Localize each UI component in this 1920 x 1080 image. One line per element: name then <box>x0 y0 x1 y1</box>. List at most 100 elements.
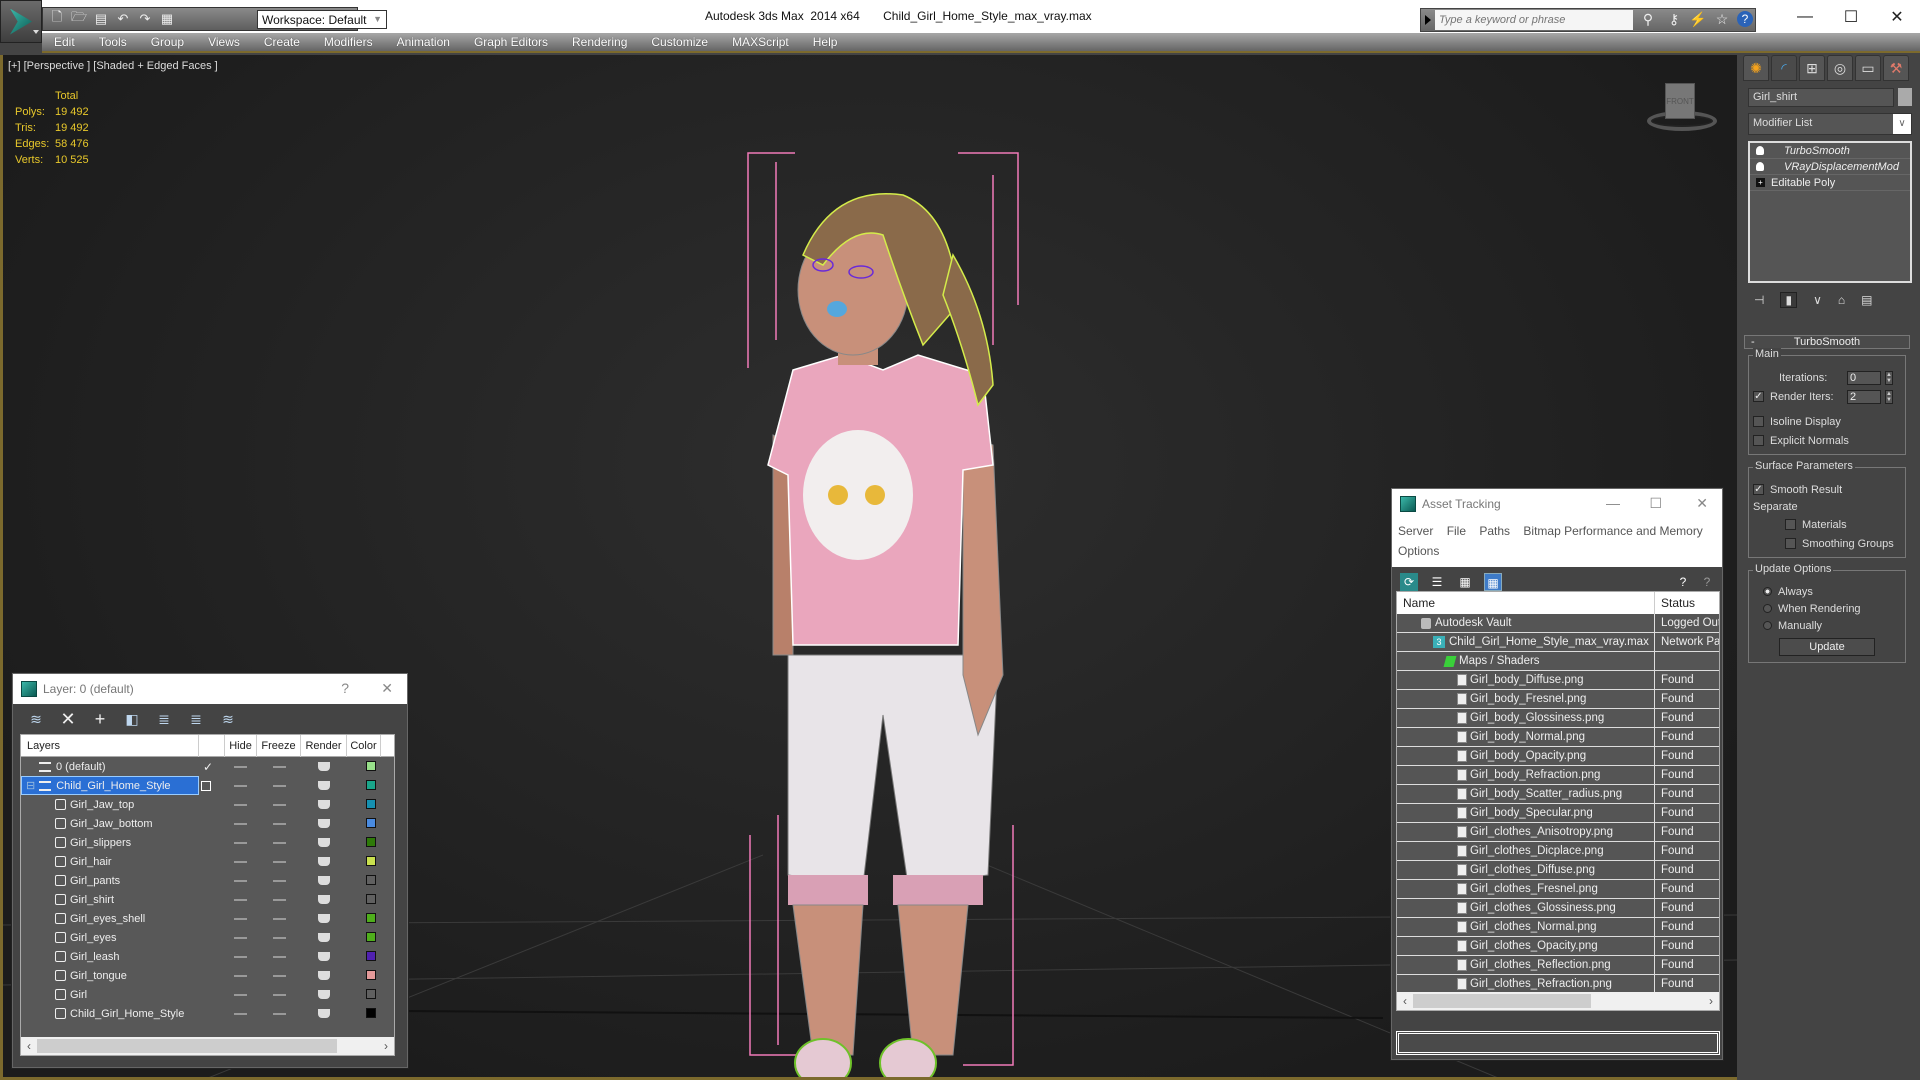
collapse-icon[interactable]: ⊟ <box>26 779 35 792</box>
asset-name-cell[interactable]: Girl_clothes_Fresnel.png <box>1397 879 1655 899</box>
asset-name-cell[interactable]: Girl_clothes_Diffuse.png <box>1397 860 1655 880</box>
layer-name-cell[interactable]: 0 (default) <box>21 757 106 776</box>
menu-server[interactable]: Server <box>1398 524 1433 538</box>
layer-color-swatch[interactable] <box>366 932 376 942</box>
layer-name-cell[interactable]: ⊟ Child_Girl_Home_Style <box>21 776 199 795</box>
layer-dialog-titlebar[interactable]: Layer: 0 (default) ? ✕ <box>13 674 407 704</box>
smoothing-groups-checkbox[interactable] <box>1785 538 1796 549</box>
menu-create[interactable]: Create <box>264 35 300 49</box>
freeze-toggle[interactable] <box>273 823 286 825</box>
render-toggle-icon[interactable] <box>318 895 330 904</box>
save-icon[interactable]: ▤ <box>93 11 109 27</box>
freeze-toggle[interactable] <box>273 785 286 787</box>
stack-item-turbosmooth[interactable]: TurboSmooth <box>1750 143 1910 159</box>
asset-row[interactable]: 3 Child_Girl_Home_Style_max_vray.max Netwo… <box>1397 632 1719 652</box>
isoline-display-checkbox[interactable] <box>1753 416 1764 427</box>
layer-color-swatch[interactable] <box>366 970 376 980</box>
column-status[interactable]: Status <box>1655 596 1695 610</box>
utilities-tab-icon[interactable]: ⚒ <box>1883 55 1909 81</box>
layer-name-cell[interactable]: Girl_Jaw_bottom <box>21 814 153 833</box>
object-name-field[interactable]: Girl_shirt <box>1748 88 1894 107</box>
active-layer-toggle[interactable] <box>201 912 215 926</box>
help-icon[interactable]: ? <box>1698 573 1716 591</box>
asset-row[interactable]: Girl_clothes_Fresnel.png Found <box>1397 879 1719 899</box>
render-toggle-icon[interactable] <box>318 914 330 923</box>
new-file-icon[interactable]: 🗋 <box>49 9 65 27</box>
layer-name-cell[interactable]: Girl_leash <box>21 947 120 966</box>
freeze-toggle[interactable] <box>273 975 286 977</box>
asset-name-cell[interactable]: Girl_body_Fresnel.png <box>1397 689 1655 709</box>
asset-name-cell[interactable]: Girl_clothes_Opacity.png <box>1397 936 1655 956</box>
active-layer-toggle[interactable] <box>201 798 215 812</box>
column-hide[interactable]: Hide <box>225 734 257 757</box>
layer-name-cell[interactable]: Girl <box>21 985 87 1004</box>
close-button[interactable]: ✕ <box>381 680 393 697</box>
layer-row[interactable]: Girl_shirt <box>21 890 394 909</box>
hide-all-icon[interactable]: ≋ <box>219 710 237 728</box>
asset-name-cell[interactable]: Girl_body_Glossiness.png <box>1397 708 1655 728</box>
freeze-toggle[interactable] <box>273 1013 286 1015</box>
viewcube[interactable]: FRONT <box>1641 77 1721 137</box>
render-toggle-icon[interactable] <box>318 838 330 847</box>
asset-row[interactable]: Girl_body_Glossiness.png Found <box>1397 708 1719 728</box>
list-view-icon[interactable]: ☰ <box>1428 573 1446 591</box>
explicit-normals-checkbox[interactable] <box>1753 435 1764 446</box>
active-layer-toggle[interactable] <box>201 931 215 945</box>
layer-row[interactable]: 0 (default) ✓ <box>21 757 394 776</box>
active-layer-toggle[interactable] <box>201 874 215 888</box>
asset-name-cell[interactable]: Girl_body_Specular.png <box>1397 803 1655 823</box>
scroll-right-icon[interactable]: › <box>378 1039 394 1053</box>
create-layer-icon[interactable]: ≋ <box>27 710 45 728</box>
asset-name-cell[interactable]: Girl_clothes_Anisotropy.png <box>1397 822 1655 842</box>
column-color[interactable]: Color <box>347 734 381 757</box>
asset-name-cell[interactable]: Girl_body_Opacity.png <box>1397 746 1655 766</box>
layer-color-swatch[interactable] <box>366 780 376 790</box>
layer-name-cell[interactable]: Girl_Jaw_top <box>21 795 134 814</box>
asset-name-cell[interactable]: 3 Child_Girl_Home_Style_max_vray.max <box>1397 632 1655 652</box>
hide-toggle[interactable] <box>234 994 247 996</box>
hide-toggle[interactable] <box>234 975 247 977</box>
viewcube-front-face[interactable]: FRONT <box>1665 83 1695 119</box>
minimize-button[interactable]: — <box>1782 0 1828 33</box>
asset-row[interactable]: Girl_body_Fresnel.png Found <box>1397 689 1719 709</box>
layer-name-cell[interactable]: Girl_eyes_shell <box>21 909 145 928</box>
column-layers[interactable]: Layers <box>21 734 199 757</box>
expand-icon[interactable]: + <box>1756 178 1765 187</box>
radio-when-rendering[interactable] <box>1763 604 1772 613</box>
asset-name-cell[interactable]: Maps / Shaders <box>1397 651 1655 671</box>
pin-stack-icon[interactable]: ⊣ <box>1754 293 1764 307</box>
asset-row[interactable]: Autodesk Vault Logged Out <box>1397 613 1719 633</box>
refresh-icon[interactable]: ⟳ <box>1400 573 1418 591</box>
layer-row[interactable]: Child_Girl_Home_Style <box>21 1004 394 1023</box>
close-button[interactable]: ✕ <box>1696 495 1708 512</box>
motion-tab-icon[interactable]: ◎ <box>1827 55 1853 81</box>
horizontal-scrollbar[interactable]: ‹ › <box>21 1037 394 1055</box>
modify-tab-icon[interactable]: ◜ <box>1771 55 1797 81</box>
hide-toggle[interactable] <box>234 861 247 863</box>
layer-color-swatch[interactable] <box>366 875 376 885</box>
freeze-toggle[interactable] <box>273 994 286 996</box>
hide-toggle[interactable] <box>234 785 247 787</box>
add-to-layer-icon[interactable]: + <box>91 710 109 728</box>
radio-always[interactable] <box>1763 587 1772 596</box>
asset-row[interactable]: Girl_clothes_Normal.png Found <box>1397 917 1719 937</box>
menu-graph-editors[interactable]: Graph Editors <box>474 35 548 49</box>
scrollbar-thumb[interactable] <box>37 1039 337 1053</box>
table-view-icon[interactable]: ▦ <box>1484 573 1502 591</box>
menu-animation[interactable]: Animation <box>397 35 450 49</box>
asset-row[interactable]: Girl_clothes_Diffuse.png Found <box>1397 860 1719 880</box>
undo-icon[interactable]: ↶ <box>115 11 131 27</box>
menu-maxscript[interactable]: MAXScript <box>732 35 789 49</box>
layer-row[interactable]: Girl_eyes_shell <box>21 909 394 928</box>
render-toggle-icon[interactable] <box>318 800 330 809</box>
layer-name-cell[interactable]: Girl_tongue <box>21 966 127 985</box>
menu-views[interactable]: Views <box>208 35 240 49</box>
asset-name-cell[interactable]: Girl_clothes_Glossiness.png <box>1397 898 1655 918</box>
layer-row[interactable]: Girl_pants <box>21 871 394 890</box>
menu-group[interactable]: Group <box>151 35 184 49</box>
asset-name-cell[interactable]: Girl_body_Scatter_radius.png <box>1397 784 1655 804</box>
layer-row[interactable]: Girl_eyes <box>21 928 394 947</box>
layer-color-swatch[interactable] <box>366 818 376 828</box>
stack-item-vraydisplacement[interactable]: VRayDisplacementMod <box>1750 159 1910 175</box>
menu-help[interactable]: Help <box>813 35 838 49</box>
